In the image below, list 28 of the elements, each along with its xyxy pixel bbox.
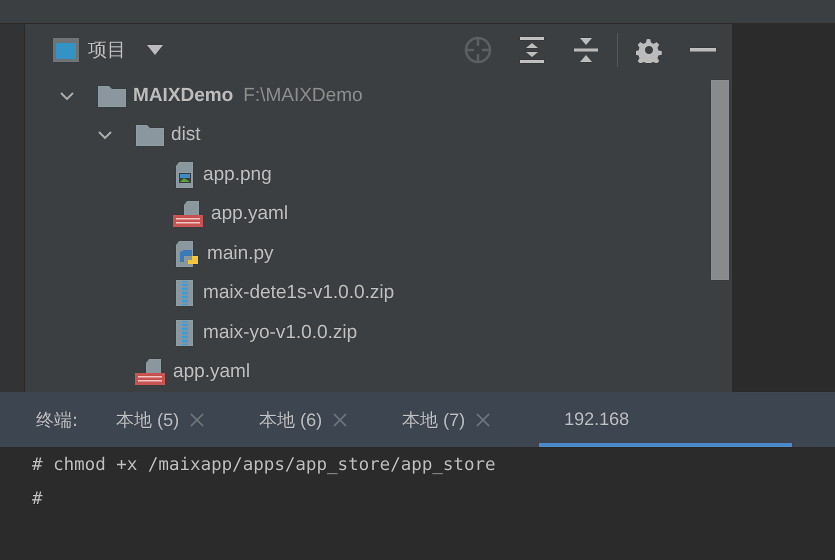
minimize-icon[interactable]	[690, 48, 716, 52]
terminal-tab[interactable]: 本地 (5)	[110, 392, 226, 447]
tree-item-label[interactable]: maix-yo-v1.0.0.zip	[203, 322, 358, 344]
dropdown-icon[interactable]	[146, 44, 164, 56]
terminal-line: #	[32, 489, 44, 511]
tree-item-label[interactable]: app.png	[203, 164, 272, 186]
terminal-tab[interactable]: 本地 (6)	[253, 392, 368, 447]
collapse-all-icon[interactable]	[573, 36, 599, 64]
yaml-file-icon	[135, 358, 167, 386]
panel-title: 项目	[88, 38, 126, 63]
tree-item-label[interactable]: maix-dete1s-v1.0.0.zip	[203, 282, 394, 304]
settings-icon[interactable]	[636, 37, 662, 63]
tree-item-label[interactable]: main.py	[207, 242, 274, 265]
expand-all-icon[interactable]	[519, 36, 545, 64]
terminal-tab[interactable]: 本地 (7)	[396, 392, 512, 447]
yaml-file-icon	[173, 200, 205, 228]
tree-item-label[interactable]: app.yaml	[173, 361, 250, 384]
project-window-icon	[52, 37, 80, 63]
tree-item-label[interactable]: MAIXDemo	[133, 84, 234, 107]
project-path: F:\MAIXDemo	[243, 84, 363, 107]
folder-icon	[97, 84, 127, 108]
scrollbar-thumb[interactable]	[711, 80, 729, 280]
terminal-label: 终端:	[36, 408, 78, 432]
tree-item-label[interactable]: app.yaml	[211, 203, 288, 226]
folder-icon	[135, 123, 165, 148]
tree-item-label[interactable]: dist	[171, 124, 201, 146]
python-file-icon	[173, 240, 201, 268]
terminal-line: # chmod +x /maixapp/apps/app_store/app_store	[32, 455, 497, 477]
